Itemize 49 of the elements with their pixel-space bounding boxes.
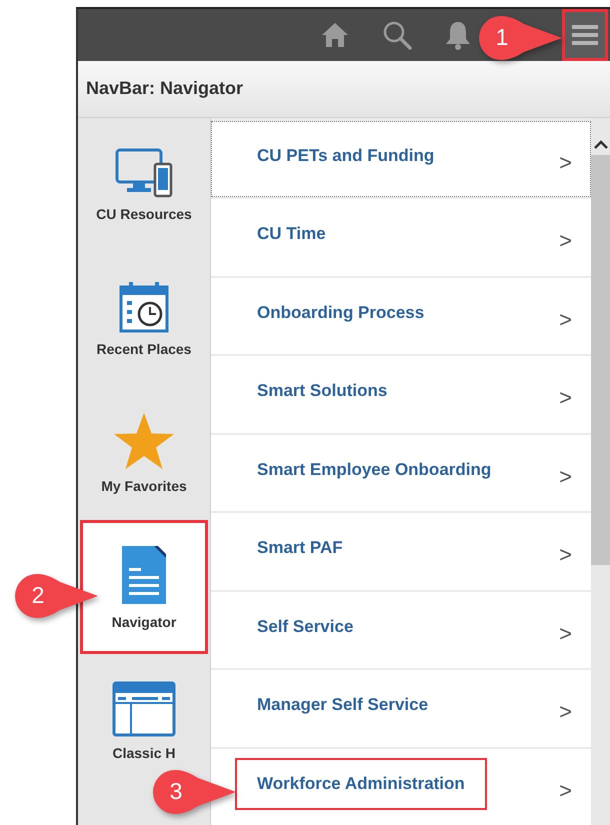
menu-item[interactable]: Smart Solutions >: [211, 356, 591, 432]
menu-item[interactable]: CU PETs and Funding >: [211, 120, 591, 197]
sidebar-tile[interactable]: My Favorites: [78, 386, 210, 520]
chevron-icon: >: [559, 699, 572, 726]
menu-button[interactable]: [562, 9, 608, 61]
menu-item[interactable]: Workforce Administration >: [211, 748, 591, 825]
bell-button[interactable]: [444, 20, 472, 50]
menu-item-label: Smart PAF: [256, 537, 344, 560]
calendar-icon: [119, 280, 169, 332]
search-icon: [382, 20, 412, 50]
chevron-icon: >: [559, 542, 572, 568]
menu-item-label: Self Service: [256, 616, 354, 638]
star-icon: [113, 412, 175, 470]
menu-item-label: Manager Self Service: [256, 694, 430, 716]
sidebar-tile[interactable]: Recent Places: [78, 252, 210, 386]
document-icon: [120, 544, 168, 606]
chevron-icon: >: [559, 306, 572, 333]
devices-icon: [115, 148, 173, 198]
chevron-icon: >: [559, 464, 572, 490]
menu-item[interactable]: Smart PAF >: [211, 513, 591, 590]
home-icon: [320, 21, 350, 49]
step-callout: 3: [150, 768, 238, 816]
step-callout: 2: [12, 572, 100, 620]
menu-item-label: Workforce Administration: [235, 758, 487, 810]
menu-item[interactable]: Smart Employee Onboarding >: [211, 434, 591, 511]
page-title: NavBar: Navigator: [86, 78, 244, 100]
home-button[interactable]: [320, 21, 350, 49]
menu-item-label: Smart Solutions: [256, 380, 388, 402]
sidebar-tile[interactable]: Navigator: [80, 520, 208, 654]
chevron-icon: >: [559, 385, 572, 412]
menu-icon: [572, 24, 598, 46]
browser-window-icon: [112, 680, 176, 736]
menu-item[interactable]: Manager Self Service >: [211, 670, 591, 746]
menu-item-label: Smart Employee Onboarding: [256, 458, 492, 481]
menu-item-label: CU PETs and Funding: [256, 144, 436, 167]
chevron-icon: >: [559, 150, 572, 176]
menu-item[interactable]: Self Service >: [211, 592, 591, 668]
sidebar-tile[interactable]: CU Resources: [78, 118, 210, 252]
menu-item-label: Onboarding Process: [256, 302, 426, 324]
scroll-up-icon: [594, 140, 608, 148]
menu-item[interactable]: Onboarding Process >: [211, 278, 591, 354]
chevron-icon: >: [559, 228, 572, 254]
chevron-icon: >: [559, 778, 572, 804]
bell-icon: [444, 20, 472, 50]
search-button[interactable]: [382, 20, 412, 50]
menu-item-label: CU Time: [256, 223, 327, 246]
menu-item[interactable]: CU Time >: [211, 199, 591, 276]
step-callout: 1: [476, 14, 564, 62]
chevron-icon: >: [559, 620, 572, 647]
